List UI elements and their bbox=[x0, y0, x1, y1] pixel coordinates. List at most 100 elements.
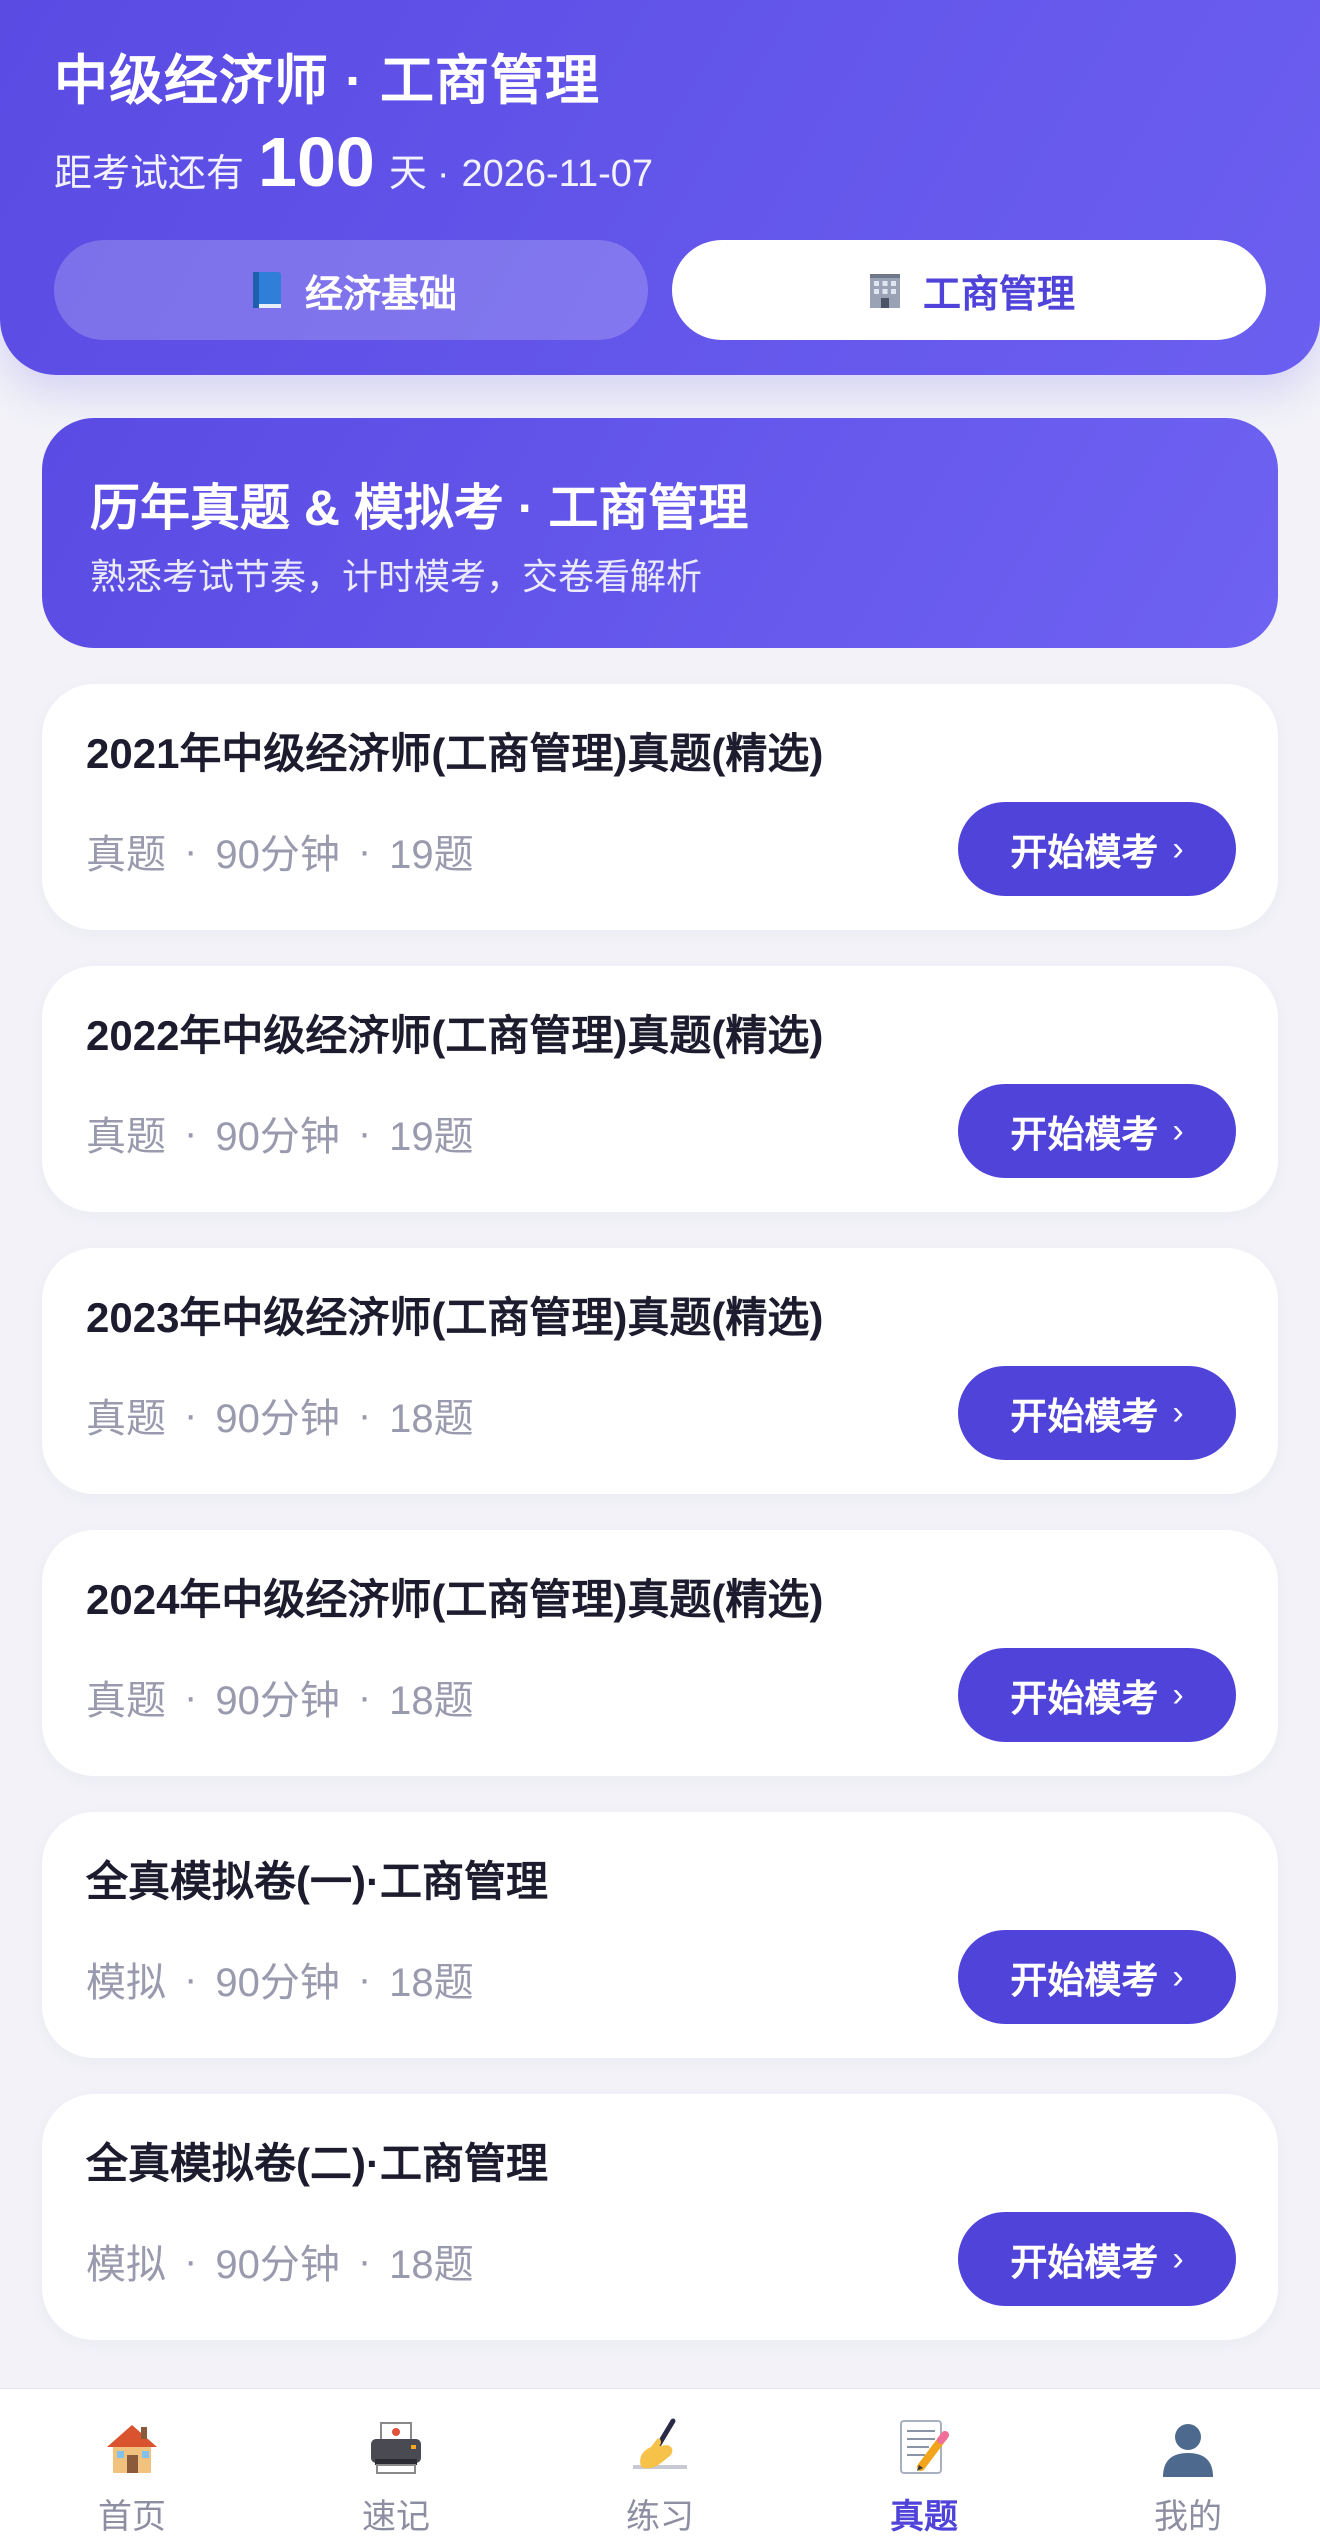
exam-title: 全真模拟卷(一)·工商管理 bbox=[86, 1858, 548, 1905]
exam-duration: 90分钟 bbox=[215, 1397, 340, 1441]
exam-title: 2024年中级经济师(工商管理)真题(精选) bbox=[86, 1576, 824, 1623]
exam-title: 全真模拟卷(二)·工商管理 bbox=[86, 2140, 548, 2187]
exam-meta: 真题 · 90分钟 · 19题 bbox=[86, 1104, 474, 1162]
countdown-prefix: 距考试还有 bbox=[54, 153, 245, 195]
meta-separator: · bbox=[184, 1110, 198, 1155]
exam-banner: 历年真题 & 模拟考 · 工商管理 熟悉考试节奏，计时模考，交卷看解析 bbox=[42, 418, 1278, 648]
exam-type: 真题 bbox=[86, 1115, 166, 1159]
bottom-nav: 首页 速记 练习 真题 我的 bbox=[0, 2388, 1320, 2545]
tab-label: 工商管理 bbox=[922, 273, 1075, 316]
exam-duration: 90分钟 bbox=[215, 1115, 340, 1159]
exam-card: 2021年中级经济师(工商管理)真题(精选) 真题 · 90分钟 · 19题 开… bbox=[42, 684, 1278, 930]
subject-tabs: 经济基础 工商管理 bbox=[54, 240, 1266, 340]
nav-label: 速记 bbox=[362, 2498, 430, 2536]
exam-meta: 真题 · 90分钟 · 18题 bbox=[86, 1668, 474, 1726]
meta-separator: · bbox=[184, 1956, 198, 2001]
exam-card: 全真模拟卷(一)·工商管理 模拟 · 90分钟 · 18题 开始模考 › bbox=[42, 1812, 1278, 2058]
meta-separator: · bbox=[184, 1674, 198, 1719]
exam-card: 2023年中级经济师(工商管理)真题(精选) 真题 · 90分钟 · 18题 开… bbox=[42, 1248, 1278, 1494]
exam-duration: 90分钟 bbox=[215, 833, 340, 877]
nav-label: 首页 bbox=[98, 2498, 166, 2536]
exam-meta: 真题 · 90分钟 · 19题 bbox=[86, 822, 474, 880]
book-icon bbox=[252, 272, 281, 308]
start-exam-button[interactable]: 开始模考 › bbox=[958, 1084, 1236, 1178]
exam-type: 真题 bbox=[86, 1679, 166, 1723]
nav-item-home[interactable]: 首页 bbox=[0, 2389, 264, 2545]
meta-separator: · bbox=[357, 1956, 372, 2001]
house-icon bbox=[107, 2425, 157, 2473]
user-silhouette-icon bbox=[1163, 2424, 1213, 2477]
exam-type: 真题 bbox=[86, 1397, 166, 1441]
exam-meta: 模拟 · 90分钟 · 18题 bbox=[86, 1950, 474, 2008]
exam-question-count: 18题 bbox=[389, 1397, 474, 1441]
nav-item-profile[interactable]: 我的 bbox=[1056, 2389, 1320, 2545]
exam-list: 2021年中级经济师(工商管理)真题(精选) 真题 · 90分钟 · 19题 开… bbox=[42, 684, 1278, 2376]
exam-type: 真题 bbox=[86, 833, 166, 877]
meta-separator: · bbox=[184, 1392, 198, 1437]
start-exam-label: 开始模考 bbox=[1010, 1678, 1159, 1719]
writing-hand-icon bbox=[633, 2418, 687, 2469]
exam-meta: 模拟 · 90分钟 · 18题 bbox=[86, 2232, 474, 2290]
chevron-right-icon: › bbox=[1172, 1957, 1184, 1996]
start-exam-button[interactable]: 开始模考 › bbox=[958, 1648, 1236, 1742]
countdown-unit: 天 bbox=[388, 153, 427, 195]
tab-economic-basics[interactable]: 经济基础 bbox=[54, 240, 648, 340]
start-exam-label: 开始模考 bbox=[1010, 1114, 1159, 1155]
tab-label: 经济基础 bbox=[304, 273, 457, 316]
chevron-right-icon: › bbox=[1172, 829, 1184, 868]
exam-title: 2021年中级经济师(工商管理)真题(精选) bbox=[86, 730, 824, 777]
start-exam-label: 开始模考 bbox=[1010, 1396, 1159, 1437]
exam-duration: 90分钟 bbox=[215, 2243, 340, 2287]
exam-card: 2022年中级经济师(工商管理)真题(精选) 真题 · 90分钟 · 19题 开… bbox=[42, 966, 1278, 1212]
chevron-right-icon: › bbox=[1172, 1675, 1184, 1714]
exam-date: 2026-11-07 bbox=[461, 153, 654, 195]
start-exam-button[interactable]: 开始模考 › bbox=[958, 1366, 1236, 1460]
exam-question-count: 19题 bbox=[389, 833, 474, 877]
start-exam-label: 开始模考 bbox=[1010, 2242, 1159, 2283]
app-root: 中级经济师 · 工商管理 距考试还有 100 天 · 2026-11-07 经济… bbox=[0, 0, 1320, 2545]
exam-card: 2024年中级经济师(工商管理)真题(精选) 真题 · 90分钟 · 18题 开… bbox=[42, 1530, 1278, 1776]
exam-type: 模拟 bbox=[86, 1961, 166, 2005]
exam-card: 全真模拟卷(二)·工商管理 模拟 · 90分钟 · 18题 开始模考 › bbox=[42, 2094, 1278, 2340]
page-header: 中级经济师 · 工商管理 距考试还有 100 天 · 2026-11-07 经济… bbox=[0, 0, 1320, 375]
meta-separator: · bbox=[184, 828, 198, 873]
countdown-days: 100 bbox=[258, 123, 375, 201]
nav-item-practice[interactable]: 练习 bbox=[528, 2389, 792, 2545]
start-exam-button[interactable]: 开始模考 › bbox=[958, 802, 1236, 896]
start-exam-label: 开始模考 bbox=[1010, 832, 1159, 873]
tab-business-management[interactable]: 工商管理 bbox=[672, 240, 1266, 340]
countdown-separator: · bbox=[436, 153, 450, 195]
exam-question-count: 18题 bbox=[389, 2243, 474, 2287]
nav-label: 练习 bbox=[626, 2498, 694, 2536]
chevron-right-icon: › bbox=[1172, 1393, 1184, 1432]
nav-item-quick-notes[interactable]: 速记 bbox=[264, 2389, 528, 2545]
chevron-right-icon: › bbox=[1172, 1111, 1184, 1150]
office-building-icon bbox=[869, 274, 900, 308]
nav-label: 我的 bbox=[1154, 2498, 1222, 2536]
meta-separator: · bbox=[357, 828, 372, 873]
banner-title: 历年真题 & 模拟考 · 工商管理 bbox=[90, 480, 749, 536]
exam-meta: 真题 · 90分钟 · 18题 bbox=[86, 1386, 474, 1444]
exam-title: 2022年中级经济师(工商管理)真题(精选) bbox=[86, 1012, 824, 1059]
exam-duration: 90分钟 bbox=[215, 1961, 340, 2005]
meta-separator: · bbox=[357, 2238, 372, 2283]
meta-separator: · bbox=[357, 1110, 372, 1155]
chevron-right-icon: › bbox=[1172, 2239, 1184, 2278]
meta-separator: · bbox=[357, 1674, 372, 1719]
exam-duration: 90分钟 bbox=[215, 1679, 340, 1723]
page-title: 中级经济师 · 工商管理 bbox=[54, 51, 600, 111]
start-exam-button[interactable]: 开始模考 › bbox=[958, 1930, 1236, 2024]
memo-pencil-icon bbox=[900, 2420, 949, 2474]
exam-type: 模拟 bbox=[86, 2243, 166, 2287]
banner-subtitle: 熟悉考试节奏，计时模考，交卷看解析 bbox=[90, 556, 703, 597]
start-exam-button[interactable]: 开始模考 › bbox=[958, 2212, 1236, 2306]
printer-icon bbox=[371, 2422, 421, 2474]
exam-question-count: 19题 bbox=[389, 1115, 474, 1159]
meta-separator: · bbox=[184, 2238, 198, 2283]
nav-item-real-exams[interactable]: 真题 bbox=[792, 2389, 1056, 2545]
exam-question-count: 18题 bbox=[389, 1961, 474, 2005]
exam-title: 2023年中级经济师(工商管理)真题(精选) bbox=[86, 1294, 824, 1341]
meta-separator: · bbox=[357, 1392, 372, 1437]
nav-label: 真题 bbox=[890, 2498, 958, 2536]
start-exam-label: 开始模考 bbox=[1010, 1960, 1159, 2001]
